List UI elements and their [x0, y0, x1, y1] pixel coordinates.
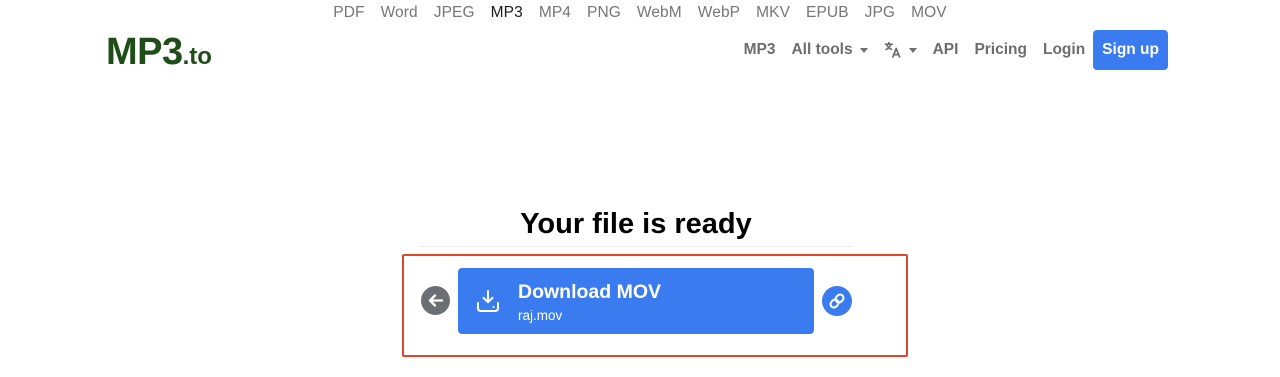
chevron-down-icon — [859, 47, 868, 53]
format-link-mp3[interactable]: MP3 — [483, 4, 531, 22]
back-button[interactable] — [421, 286, 450, 315]
format-link-jpg[interactable]: JPG — [857, 4, 903, 22]
format-link-epub[interactable]: EPUB — [798, 4, 857, 22]
format-link-mkv[interactable]: MKV — [748, 4, 798, 22]
divider — [420, 246, 852, 247]
download-icon — [476, 289, 500, 318]
main-nav: MP3 All tools API Pricing Login Sign up — [736, 30, 1168, 70]
format-link-png[interactable]: PNG — [579, 4, 629, 22]
format-link-mp4[interactable]: MP4 — [531, 4, 579, 22]
site-logo[interactable]: MP3.to — [106, 30, 212, 79]
link-icon — [829, 293, 845, 309]
format-link-webp[interactable]: WebP — [690, 4, 748, 22]
format-link-jpeg[interactable]: JPEG — [426, 4, 483, 22]
format-link-word[interactable]: Word — [373, 4, 426, 22]
nav-mp3[interactable]: MP3 — [736, 41, 784, 59]
logo-main: MP3 — [106, 31, 183, 73]
logo-tld: .to — [182, 43, 212, 70]
nav-login[interactable]: Login — [1035, 41, 1093, 59]
nav-pricing[interactable]: Pricing — [966, 41, 1035, 59]
download-button[interactable]: Download MOV raj.mov — [458, 268, 814, 334]
format-bar: PDF Word JPEG MP3 MP4 PNG WebM WebP MKV … — [0, 4, 1280, 22]
copy-link-button[interactable] — [822, 286, 852, 316]
translate-icon — [884, 41, 902, 59]
download-label: Download MOV — [518, 281, 661, 303]
page-title: Your file is ready — [520, 208, 752, 240]
nav-api[interactable]: API — [925, 41, 967, 59]
nav-all-tools-label: All tools — [791, 41, 853, 58]
file-name: raj.mov — [518, 308, 563, 323]
page: PDF Word JPEG MP3 MP4 PNG WebM WebP MKV … — [0, 0, 1280, 377]
format-link-mov[interactable]: MOV — [903, 4, 955, 22]
format-link-webm[interactable]: WebM — [629, 4, 690, 22]
chevron-down-icon — [908, 47, 917, 53]
nav-language-dropdown[interactable] — [876, 41, 925, 59]
format-link-pdf[interactable]: PDF — [325, 4, 372, 22]
nav-all-tools-dropdown[interactable]: All tools — [783, 41, 875, 59]
arrow-left-icon — [428, 294, 444, 307]
signup-button[interactable]: Sign up — [1093, 30, 1168, 70]
